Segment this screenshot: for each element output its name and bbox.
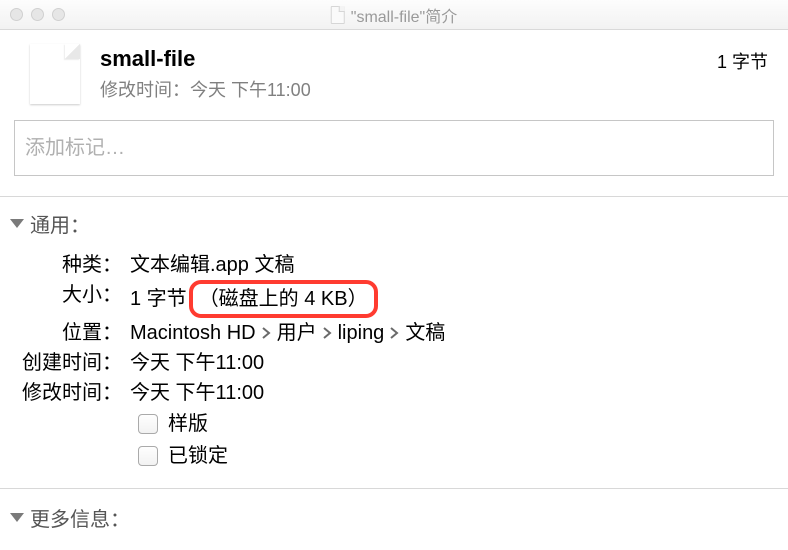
window-controls [10, 8, 65, 21]
get-info-window: "small-file"简介 small-file 修改时间：今天 下午11:0… [0, 0, 788, 550]
file-header: small-file 修改时间：今天 下午11:00 1 字节 [0, 30, 788, 114]
created-row: 创建时间： 今天 下午11:00 [10, 348, 778, 378]
disclosure-triangle-icon [10, 219, 24, 228]
size-value: 1 字节 （磁盘上的 4 KB） [130, 280, 378, 318]
file-icon [30, 44, 80, 104]
kind-value: 文本编辑.app 文稿 [130, 250, 294, 280]
window-title-text: "small-file"简介 [351, 3, 457, 27]
locked-row: 已锁定 [10, 440, 778, 472]
path-separator-icon [323, 327, 332, 339]
file-name: small-file [100, 46, 717, 72]
more-info-section-title: 更多信息： [30, 503, 130, 532]
modified-row: 修改时间： 今天 下午11:00 [10, 378, 778, 408]
where-label: 位置： [10, 318, 130, 348]
created-value: 今天 下午11:00 [130, 348, 264, 378]
titlebar: "small-file"简介 [0, 0, 788, 30]
size-on-disk: （磁盘上的 4 KB） [199, 288, 368, 310]
created-label: 创建时间： [10, 348, 130, 378]
modified-value: 今天 下午11:00 [190, 80, 311, 100]
size-on-disk-highlight: （磁盘上的 4 KB） [189, 280, 378, 318]
path-segment: 用户 [277, 318, 317, 348]
path-separator-icon [390, 327, 399, 339]
path-segment: 文稿 [405, 318, 445, 348]
zoom-window-button[interactable] [52, 8, 65, 21]
kind-row: 种类： 文本编辑.app 文稿 [10, 250, 778, 280]
minimize-window-button[interactable] [31, 8, 44, 21]
general-section-header[interactable]: 通用： [10, 205, 778, 242]
close-window-button[interactable] [10, 8, 23, 21]
header-text: small-file 修改时间：今天 下午11:00 [100, 44, 717, 102]
modified-prefix: 修改时间： [100, 80, 190, 100]
modified-value: 今天 下午11:00 [130, 378, 264, 408]
path-segment: Macintosh HD [130, 318, 256, 348]
kind-label: 种类： [10, 250, 130, 280]
general-section-title: 通用： [30, 209, 90, 238]
modified-label: 修改时间： [10, 378, 130, 408]
stationery-checkbox[interactable] [138, 414, 158, 434]
general-section-body: 种类： 文本编辑.app 文稿 大小： 1 字节 （磁盘上的 4 KB） 位置：… [10, 242, 778, 488]
path-separator-icon [262, 327, 271, 339]
window-title: "small-file"简介 [331, 3, 457, 27]
stationery-row: 样版 [10, 408, 778, 440]
size-bytes: 1 字节 [130, 284, 187, 314]
more-info-section: 更多信息： [0, 489, 788, 536]
document-icon [331, 6, 345, 24]
stationery-label: 样版 [168, 408, 208, 440]
modified-subline: 修改时间：今天 下午11:00 [100, 76, 717, 102]
size-row: 大小： 1 字节 （磁盘上的 4 KB） [10, 280, 778, 318]
file-size-summary: 1 字节 [717, 44, 768, 74]
more-info-section-header[interactable]: 更多信息： [10, 499, 778, 536]
where-value: Macintosh HD 用户 liping 文稿 [130, 318, 445, 348]
tags-input[interactable] [14, 120, 774, 176]
locked-checkbox[interactable] [138, 446, 158, 466]
general-section: 通用： 种类： 文本编辑.app 文稿 大小： 1 字节 （磁盘上的 4 KB）… [0, 197, 788, 488]
where-row: 位置： Macintosh HD 用户 liping 文稿 [10, 318, 778, 348]
disclosure-triangle-icon [10, 513, 24, 522]
locked-label: 已锁定 [168, 440, 228, 472]
tags-container [0, 114, 788, 196]
size-label: 大小： [10, 280, 130, 310]
path-segment: liping [338, 318, 385, 348]
